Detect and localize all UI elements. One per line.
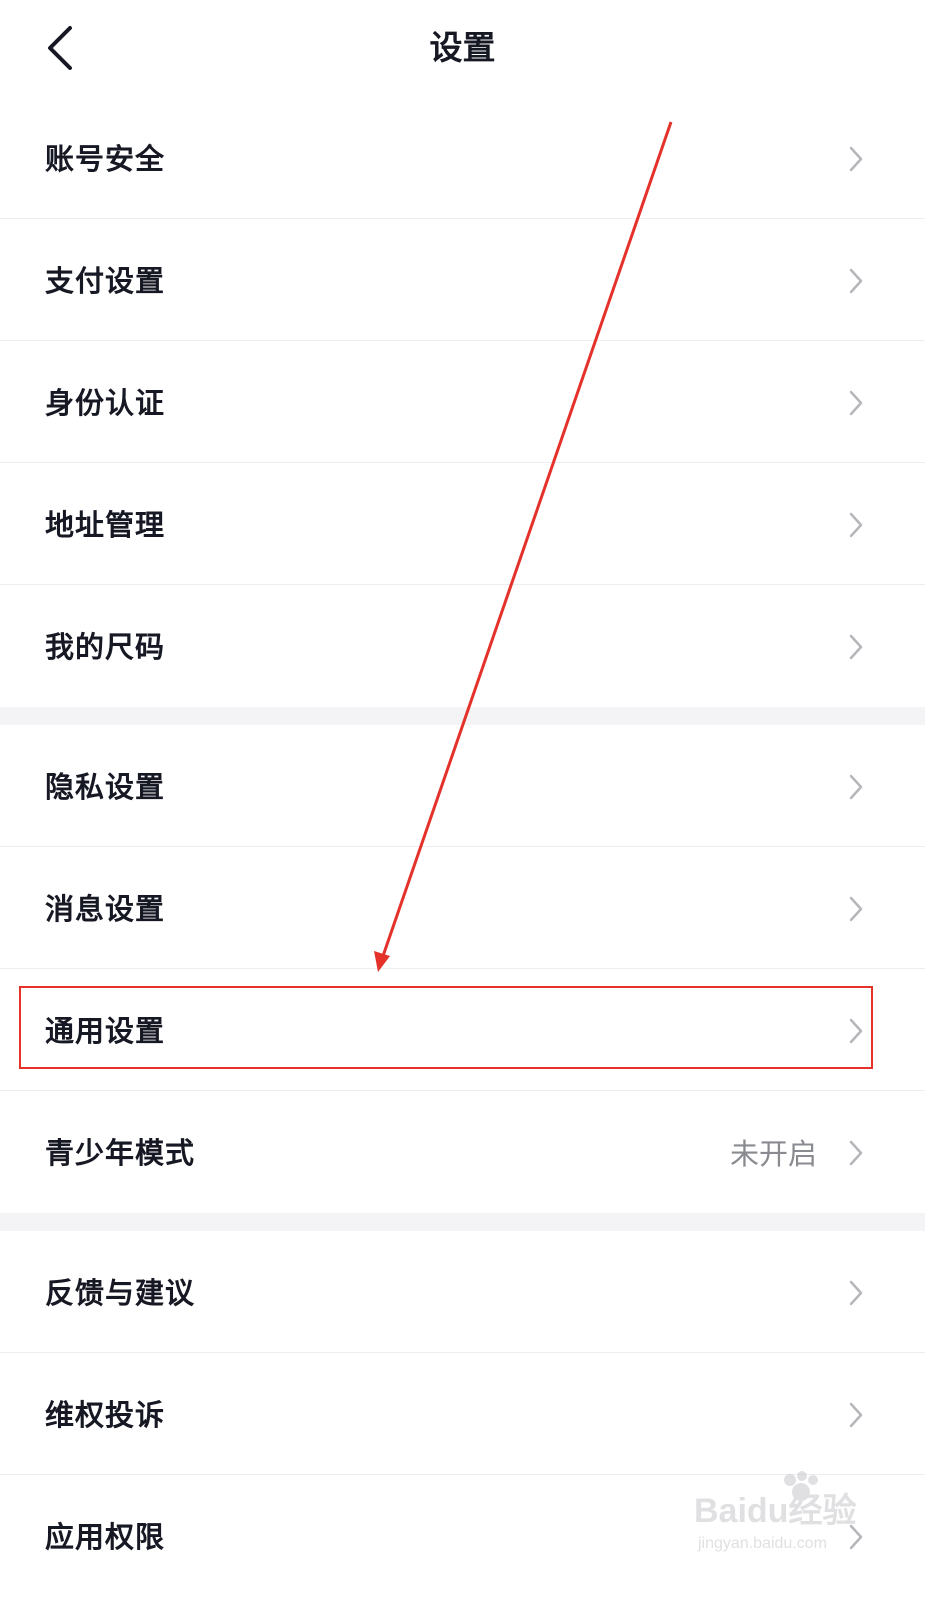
settings-item-label: 地址管理 bbox=[45, 508, 166, 542]
settings-item-label: 消息设置 bbox=[45, 892, 166, 926]
settings-item-label: 隐私设置 bbox=[45, 770, 166, 804]
settings-item-label: 应用权限 bbox=[45, 1520, 166, 1554]
chevron-right-icon bbox=[849, 1140, 863, 1166]
header: 设置 bbox=[0, 0, 925, 96]
chevron-right-icon bbox=[849, 634, 863, 660]
chevron-right-icon bbox=[849, 390, 863, 416]
chevron-right-icon bbox=[849, 774, 863, 800]
group-separator bbox=[0, 707, 925, 725]
page-title: 设置 bbox=[429, 28, 496, 67]
settings-item-label: 支付设置 bbox=[45, 264, 166, 298]
chevron-right-icon bbox=[849, 268, 863, 294]
settings-item-payment[interactable]: 支付设置 bbox=[0, 219, 925, 341]
chevron-right-icon bbox=[849, 1402, 863, 1428]
chevron-right-icon bbox=[849, 1524, 863, 1550]
settings-list: 账号安全 支付设置 身份认证 地址管理 我的尺码 隐私设置 消息设置 通用设置 … bbox=[0, 97, 925, 1597]
settings-item-my-size[interactable]: 我的尺码 bbox=[0, 585, 925, 707]
settings-item-account-security[interactable]: 账号安全 bbox=[0, 97, 925, 219]
settings-item-label: 账号安全 bbox=[45, 142, 166, 176]
settings-item-teen-mode[interactable]: 青少年模式 未开启 bbox=[0, 1091, 925, 1213]
settings-item-label: 通用设置 bbox=[45, 1014, 166, 1048]
settings-item-label: 身份认证 bbox=[45, 386, 166, 420]
settings-item-label: 维权投诉 bbox=[45, 1398, 166, 1432]
settings-item-privacy[interactable]: 隐私设置 bbox=[0, 725, 925, 847]
settings-item-label: 青少年模式 bbox=[45, 1136, 196, 1170]
chevron-right-icon bbox=[849, 512, 863, 538]
settings-item-address[interactable]: 地址管理 bbox=[0, 463, 925, 585]
settings-item-feedback[interactable]: 反馈与建议 bbox=[0, 1231, 925, 1353]
settings-item-app-permissions[interactable]: 应用权限 bbox=[0, 1475, 925, 1597]
settings-item-identity[interactable]: 身份认证 bbox=[0, 341, 925, 463]
chevron-right-icon bbox=[849, 1018, 863, 1044]
settings-item-complaints[interactable]: 维权投诉 bbox=[0, 1353, 925, 1475]
group-separator bbox=[0, 1213, 925, 1231]
settings-item-general[interactable]: 通用设置 bbox=[0, 969, 925, 1091]
settings-item-messages[interactable]: 消息设置 bbox=[0, 847, 925, 969]
settings-item-label: 我的尺码 bbox=[45, 630, 166, 664]
chevron-right-icon bbox=[849, 1280, 863, 1306]
chevron-right-icon bbox=[849, 146, 863, 172]
settings-item-label: 反馈与建议 bbox=[45, 1276, 196, 1310]
teen-mode-status: 未开启 bbox=[729, 1137, 817, 1171]
chevron-right-icon bbox=[849, 896, 863, 922]
